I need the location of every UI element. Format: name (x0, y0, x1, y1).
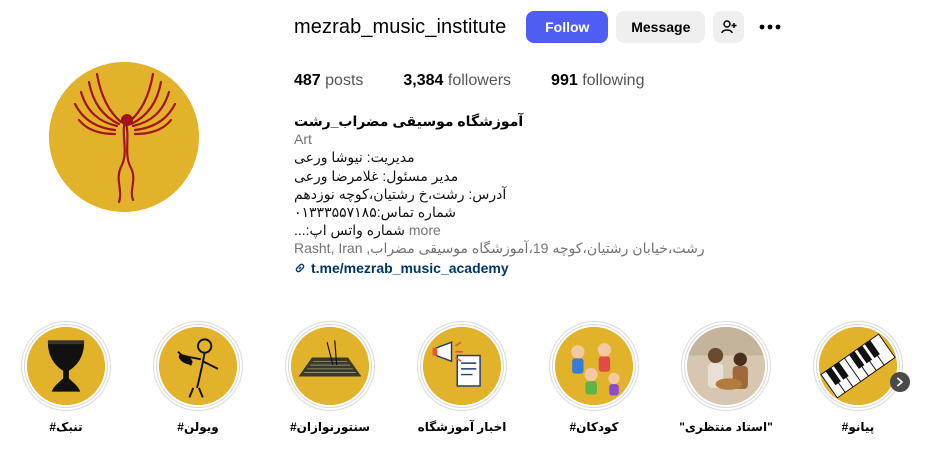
bio-line: آدرس: رشت،خ رشتیان،کوچه نوزدهم (294, 185, 507, 202)
bio-line: شماره واتس اپ:... (294, 222, 405, 239)
highlight-label[interactable]: #تنبک (11, 420, 121, 434)
followers-stat[interactable]: 3,384 followers (403, 72, 511, 90)
piano-keys-icon (819, 327, 897, 405)
megaphone-news-icon (423, 327, 501, 405)
highlight-label[interactable]: #کودکان (539, 420, 649, 434)
highlights-next-button[interactable] (890, 372, 910, 392)
highlight-ring[interactable] (813, 321, 903, 411)
bio-link-text[interactable]: t.me/mezrab_music_academy (311, 259, 509, 277)
highlight-ring[interactable] (681, 321, 771, 411)
highlight-ring[interactable] (153, 321, 243, 411)
followers-label: followers (447, 72, 512, 89)
following-count: 991 (551, 72, 578, 89)
following-stat[interactable]: 991 following (551, 72, 644, 90)
profile-stats: 487 posts 3,384 followers 991 following (294, 72, 684, 90)
message-button[interactable]: Message (616, 11, 706, 43)
more-link[interactable]: more (409, 222, 441, 238)
profile-header-row: mezrab_music_institute Follow Message (294, 11, 782, 43)
posts-label: posts (325, 72, 364, 89)
highlight-ring[interactable] (549, 321, 639, 411)
highlight-label[interactable]: #پیانو (803, 420, 913, 434)
tombak-drum-icon (27, 327, 105, 405)
chevron-right-icon (897, 377, 903, 387)
follow-button[interactable]: Follow (526, 11, 609, 43)
followers-count: 3,384 (403, 72, 444, 89)
posts-stat: 487 posts (294, 72, 363, 90)
bio-link[interactable]: t.me/mezrab_music_academy (294, 259, 734, 277)
highlight-label[interactable]: #سنتورنوازان (275, 420, 385, 434)
phoenix-logo-icon (49, 62, 199, 212)
bio-category: Art (294, 131, 312, 148)
profile-avatar[interactable] (49, 62, 199, 212)
children-icon (555, 327, 633, 405)
more-options-button[interactable] (758, 11, 782, 43)
bio-full-name: آموزشگاه موسیقی مضراب_رشت (294, 113, 524, 129)
photo-thumbnail (687, 327, 765, 405)
santur-icon (291, 327, 369, 405)
story-highlights: #تنبک #ویولن #سنتورنوازان اخبار آموزشگاه… (0, 318, 931, 457)
link-icon (295, 263, 305, 272)
highlight-label[interactable]: "استاد منتظری" (671, 420, 781, 434)
highlight-ring[interactable] (21, 321, 111, 411)
highlight-ring[interactable] (417, 321, 507, 411)
bio-line: مدیر مسئول: غلامرضا ورعی (294, 167, 459, 184)
bio-line: مدیریت: نیوشا ورعی (294, 149, 415, 166)
posts-count: 487 (294, 72, 321, 89)
highlight-label[interactable]: #ویولن (143, 420, 253, 434)
suggest-user-button[interactable] (713, 11, 745, 43)
add-person-icon (721, 20, 737, 34)
bio-line: شماره تماس:۰۱۳۳۳۵۵۷۱۸۵ (294, 204, 457, 221)
highlight-label[interactable]: اخبار آموزشگاه (407, 420, 517, 434)
bio-address[interactable]: Rasht, Iran ,رشت،خیابان رشتیان،کوچه 19،آ… (294, 239, 734, 257)
violinist-icon (159, 327, 237, 405)
following-label: following (582, 72, 645, 89)
highlight-ring[interactable] (285, 321, 375, 411)
bio-truncated-row: شماره واتس اپ:... more (294, 221, 734, 239)
username: mezrab_music_institute (294, 15, 507, 38)
profile-bio: آموزشگاه موسیقی مضراب_رشت Art مدیریت: نی… (294, 112, 734, 277)
more-dots-icon (759, 24, 781, 30)
